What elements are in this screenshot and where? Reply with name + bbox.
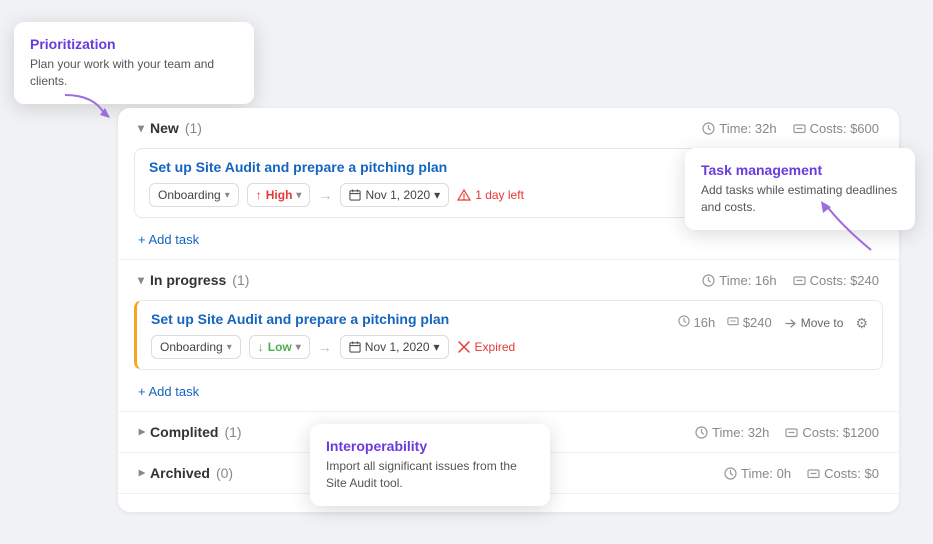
move-to-btn[interactable]: Move to [784, 315, 844, 332]
priority-arrow-low-icon: ↓ [258, 340, 264, 354]
deadline-warning-new-1: 1 day left [457, 188, 524, 202]
warning-icon [457, 188, 471, 202]
task-new-1-title: Set up Site Audit and prepare a pitching… [149, 159, 447, 175]
tooltip-task-management-title: Task management [701, 162, 899, 178]
settings-gear-button[interactable]: ⚙ [855, 315, 868, 332]
section-new-title: ▾ New (1) [138, 120, 202, 136]
section-new-costs: Costs: $600 [793, 121, 879, 136]
priority-dropdown-new-1[interactable]: ↑ High ▾ [247, 183, 311, 207]
section-archived-time: Time: 0h [724, 466, 791, 481]
task-in-progress-1: Set up Site Audit and prepare a pitching… [134, 300, 883, 370]
section-in-progress-label: In progress [150, 272, 226, 288]
priority-arrow-icon: ↑ [256, 188, 262, 202]
section-in-progress-meta: Time: 16h Costs: $240 [702, 273, 879, 288]
chevron-in-progress: ▾ [138, 273, 144, 287]
section-completed-time: Time: 32h [695, 425, 769, 440]
priority-dropdown-ip-1[interactable]: ↓ Low ▾ [249, 335, 310, 359]
chevron-down-icon: ▾ [434, 188, 440, 202]
tooltip-prioritization-text: Plan your work with your team and client… [30, 56, 238, 90]
category-dropdown-ip-1[interactable]: Onboarding ▾ [151, 335, 241, 359]
date-picker-ip-1[interactable]: Nov 1, 2020 ▾ [340, 335, 449, 359]
costs-icon-ip [793, 274, 806, 287]
calendar-icon [349, 189, 361, 201]
section-completed-count: (1) [224, 424, 241, 440]
section-new-label: New [150, 120, 179, 136]
task-ip-1-time: 16h [678, 315, 715, 332]
clock-icon [702, 122, 715, 135]
add-task-new[interactable]: + Add task [118, 226, 219, 259]
section-archived-costs: Costs: $0 [807, 466, 879, 481]
section-in-progress: ▾ In progress (1) Time: 16h Costs: $240 … [118, 260, 899, 412]
task-ip-1-time-info: 16h $240 Move to ⚙ [678, 315, 868, 332]
section-archived-label: Archived [150, 465, 210, 481]
task-ip-1-header: Set up Site Audit and prepare a pitching… [151, 311, 868, 335]
section-new-meta: Time: 32h Costs: $600 [702, 121, 879, 136]
arrow-separator-ip: → [318, 339, 332, 355]
chevron-new: ▾ [138, 121, 144, 135]
chevron-down-icon: ▾ [225, 190, 230, 201]
calendar-icon-ip [349, 341, 361, 353]
costs-icon [793, 122, 806, 135]
task-ip-1-controls: Onboarding ▾ ↓ Low ▾ → Nov 1, 2020 ▾ Exp… [151, 335, 868, 359]
section-completed-label: Complited [150, 424, 218, 440]
costs-icon-a [807, 467, 820, 480]
section-archived-count: (0) [216, 465, 233, 481]
deadline-expired-ip-1: Expired [457, 340, 516, 354]
section-new-count: (1) [185, 120, 202, 136]
chevron-completed: ▾ [134, 429, 148, 435]
chevron-down-icon: ▾ [296, 190, 301, 201]
costs-icon-ip-sm [727, 315, 739, 327]
clock-icon-a [724, 467, 737, 480]
chevron-archived: ▾ [134, 470, 148, 476]
section-in-progress-header[interactable]: ▾ In progress (1) Time: 16h Costs: $240 [118, 260, 899, 300]
arrow-separator: → [318, 187, 332, 203]
section-new-header[interactable]: ▾ New (1) Time: 32h Costs: $600 [118, 108, 899, 148]
tooltip-interoperability-title: Interoperability [326, 438, 534, 454]
date-picker-new-1[interactable]: Nov 1, 2020 ▾ [340, 183, 449, 207]
category-dropdown-new-1[interactable]: Onboarding ▾ [149, 183, 239, 207]
section-in-progress-count: (1) [232, 272, 249, 288]
section-completed-title: ▾ Complited (1) [138, 424, 242, 440]
section-archived-meta: Time: 0h Costs: $0 [724, 466, 879, 481]
costs-icon-c [785, 426, 798, 439]
section-archived-title: ▾ Archived (0) [138, 465, 233, 481]
task-ip-1-title: Set up Site Audit and prepare a pitching… [151, 311, 449, 327]
tooltip-prioritization-title: Prioritization [30, 36, 238, 52]
clock-icon-ip-sm [678, 315, 690, 327]
tooltip-task-management: Task management Add tasks while estimati… [685, 148, 915, 230]
tooltip-task-management-text: Add tasks while estimating deadlines and… [701, 182, 899, 216]
clock-icon-ip [702, 274, 715, 287]
section-completed-meta: Time: 32h Costs: $1200 [695, 425, 879, 440]
tooltip-interoperability-text: Import all significant issues from the S… [326, 458, 534, 492]
chevron-down-icon: ▾ [227, 342, 232, 353]
section-new-time: Time: 32h [702, 121, 776, 136]
section-in-progress-title: ▾ In progress (1) [138, 272, 249, 288]
task-ip-1-cost: $240 [727, 315, 772, 332]
tooltip-prioritization: Prioritization Plan your work with your … [14, 22, 254, 104]
chevron-down-icon: ▾ [434, 340, 440, 354]
add-task-in-progress[interactable]: + Add task [118, 378, 219, 411]
section-in-progress-costs: Costs: $240 [793, 273, 879, 288]
expired-icon [457, 340, 471, 354]
tooltip-interoperability: Interoperability Import all significant … [310, 424, 550, 506]
section-completed-costs: Costs: $1200 [785, 425, 879, 440]
clock-icon-c [695, 426, 708, 439]
chevron-down-icon: ▾ [296, 342, 301, 353]
move-to-icon [784, 317, 797, 330]
section-in-progress-time: Time: 16h [702, 273, 776, 288]
